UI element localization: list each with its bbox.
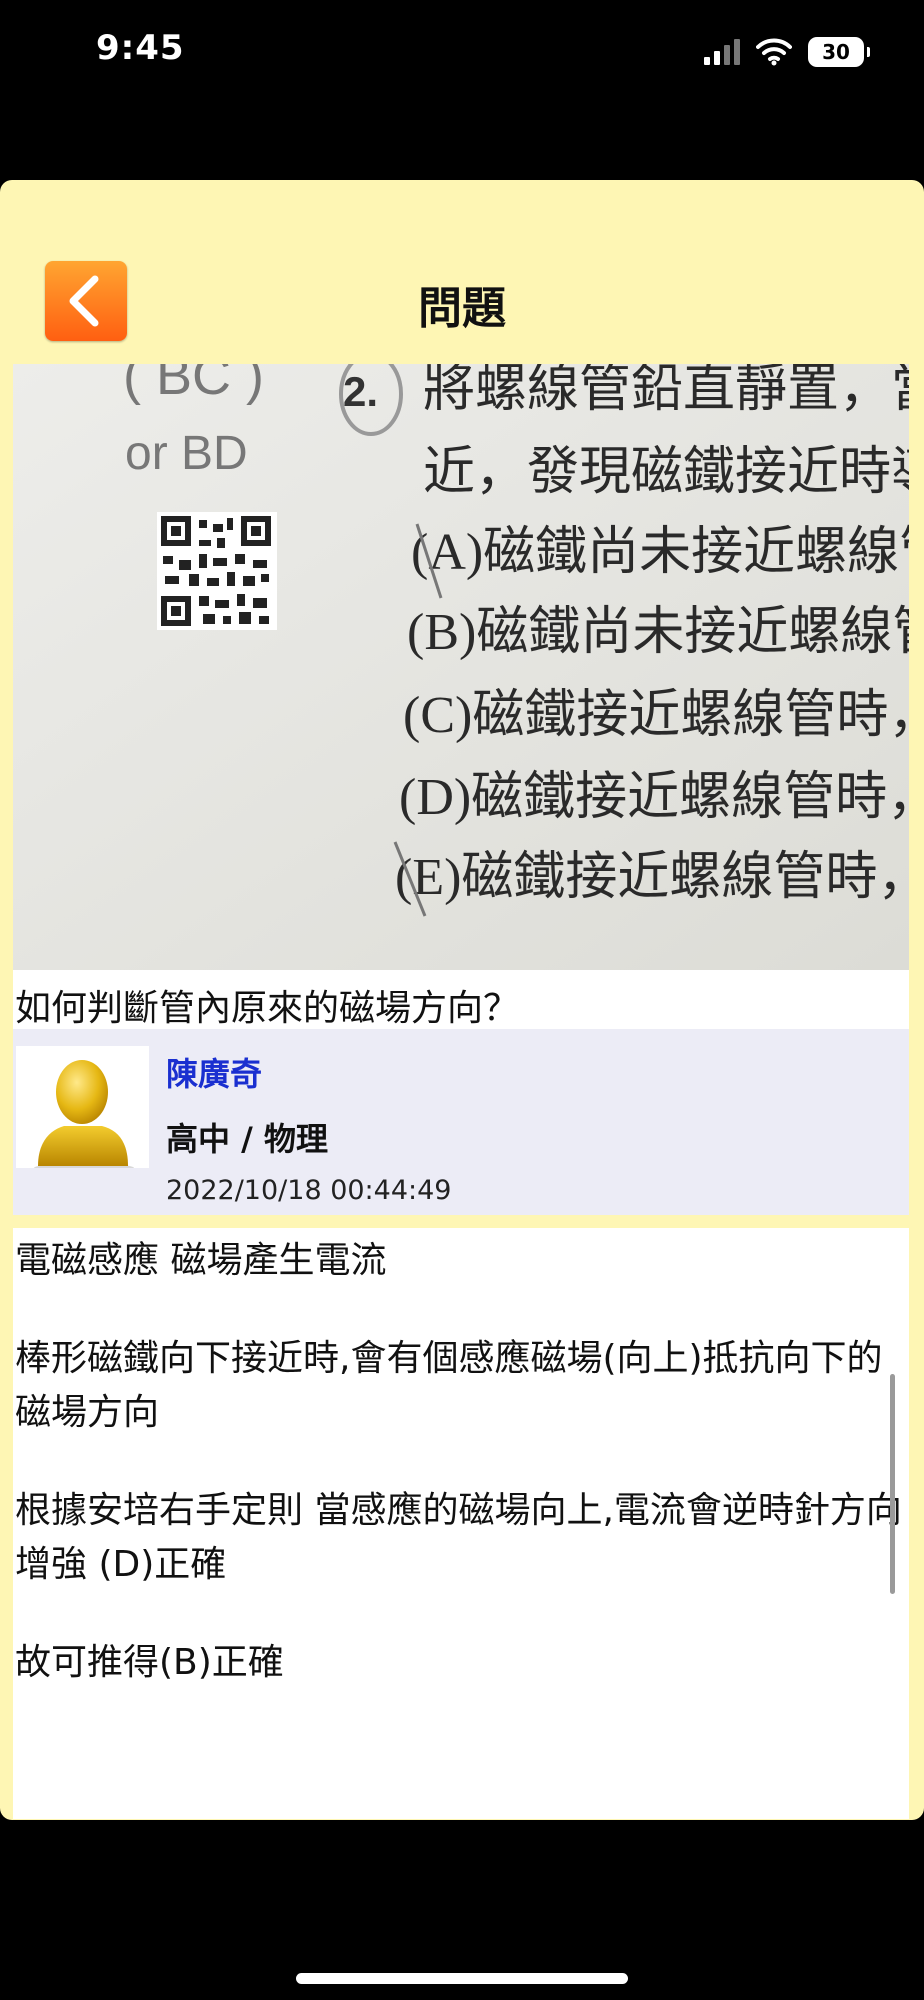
question-photo[interactable]: ( BC ) or BD 2. 將螺線管鉛直靜置，當 近，發現磁鐵接近時導 (A… (13, 364, 909, 970)
question-text: 如何判斷管內原來的磁場方向？ (15, 988, 520, 1029)
default-user-icon (34, 1060, 134, 1173)
answerer-subject: 高中 / 物理 (166, 1120, 328, 1158)
content-area: ( BC ) or BD 2. 將螺線管鉛直靜置，當 近，發現磁鐵接近時導 (A… (13, 364, 909, 1819)
wifi-icon (756, 38, 792, 66)
answer-header: 陳廣奇 高中 / 物理 2022/10/18 00:44:49 (13, 1029, 909, 1215)
answer-paragraph-1: 電磁感應 磁場產生電流 (15, 1240, 387, 1281)
answer-body: 電磁感應 磁場產生電流 棒形磁鐵向下接近時,會有個感應磁場(向上)抵抗向下的磁場… (15, 1234, 905, 1734)
photo-line-1: 將螺線管鉛直靜置，當 (423, 364, 909, 418)
photo-answer-mark: ( BC ) (123, 364, 264, 406)
nav-bar: 問題 (0, 180, 924, 360)
avatar[interactable] (16, 1046, 149, 1173)
photo-line-5: (C)磁鐵接近螺線管時， (403, 687, 909, 744)
battery-icon: 30 (808, 37, 870, 67)
photo-question-number: 2. (343, 368, 378, 415)
photo-line-2: 近，發現磁鐵接近時導 (423, 444, 909, 501)
photo-line-4: (B)磁鐵尚未接近螺線管 (407, 604, 909, 661)
status-icons: 30 (704, 32, 870, 72)
scrollbar[interactable] (890, 1374, 895, 1594)
answerer-name[interactable]: 陳廣奇 (166, 1049, 262, 1095)
photo-line-7: (E)磁鐵接近螺線管時， (395, 849, 909, 906)
photo-line-3: (A)磁鐵尚未接近螺線管 (411, 524, 909, 581)
answer-paragraph-4: 故可推得(B)正確 (15, 1642, 284, 1683)
photo-line-6: (D)磁鐵接近螺線管時， (399, 769, 909, 826)
signal-icon (704, 39, 740, 65)
app-frame: 問題 ( BC ) or BD 2. 將螺線管鉛直靜置，當 近，發現磁鐵接近時導… (0, 180, 924, 1820)
status-time: 9:45 (96, 28, 185, 68)
answer-timestamp: 2022/10/18 00:44:49 (166, 1175, 452, 1206)
qr-code (157, 512, 277, 630)
answer-paragraph-2: 棒形磁鐵向下接近時,會有個感應磁場(向上)抵抗向下的磁場方向 (15, 1338, 883, 1433)
home-indicator[interactable] (296, 1973, 628, 1984)
answer-paragraph-3: 根據安培右手定則 當感應的磁場向上,電流會逆時針方向增強 (D)正確 (15, 1490, 902, 1585)
divider (13, 1215, 909, 1228)
page-title: 問題 (418, 283, 506, 334)
battery-level: 30 (822, 40, 850, 64)
photo-alt-answer: or BD (125, 427, 248, 480)
status-bar: 9:45 30 (0, 0, 924, 110)
